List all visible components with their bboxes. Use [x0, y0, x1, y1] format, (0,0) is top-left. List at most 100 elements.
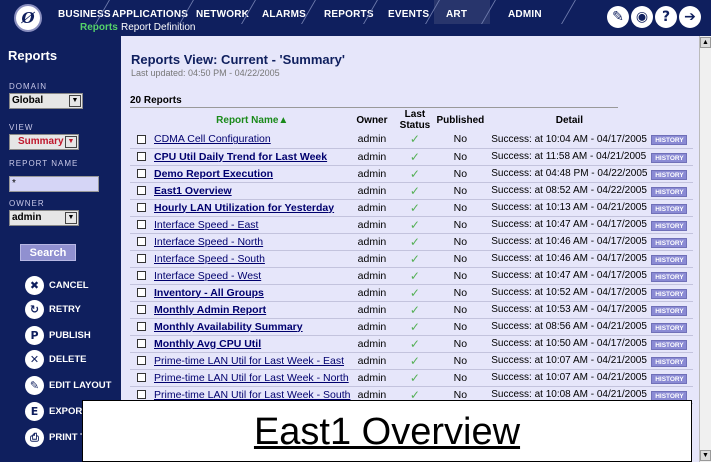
header-published[interactable]: Published [436, 109, 484, 131]
report-name-link[interactable]: Monthly Admin Report [154, 304, 266, 316]
breadcrumb-reports[interactable]: Reports [80, 22, 118, 33]
row-checkbox[interactable] [136, 203, 146, 213]
row-checkbox[interactable] [136, 305, 146, 315]
row-checkbox[interactable] [136, 186, 146, 196]
breadcrumb-report-definition[interactable]: Report Definition [121, 22, 195, 33]
row-checkbox[interactable] [136, 339, 146, 349]
header-owner[interactable]: Owner [350, 109, 393, 131]
report-name-link[interactable]: Interface Speed - East [154, 219, 258, 231]
detail-cell: Success: at 10:13 AM - 04/21/2005 [484, 199, 648, 217]
report-name-cell: CPU Util Daily Trend for Last Week [152, 148, 351, 166]
vertical-scrollbar[interactable]: ▲ ▼ [699, 36, 711, 462]
app-logo-icon[interactable]: Ø [14, 4, 42, 32]
history-button[interactable]: HISTORY [651, 322, 688, 333]
row-checkbox[interactable] [136, 220, 146, 230]
owner-cell: admin [350, 182, 394, 200]
report-name-link[interactable]: Demo Report Execution [154, 168, 273, 180]
report-name-link[interactable]: Hourly LAN Utilization for Yesterday [154, 202, 334, 214]
domain-value: Global [12, 95, 44, 106]
report-name-input[interactable]: * [9, 176, 99, 192]
report-name-link[interactable]: Prime-time LAN Util for Last Week - Sout… [154, 389, 350, 401]
owner-select[interactable]: admin ▼ [9, 210, 79, 226]
row-checkbox[interactable] [136, 288, 146, 298]
chevron-down-icon: ▼ [65, 136, 77, 148]
tab-art-label: ART [446, 9, 468, 20]
row-checkbox[interactable] [136, 237, 146, 247]
history-button[interactable]: HISTORY [651, 186, 688, 197]
history-button[interactable]: HISTORY [651, 237, 688, 248]
report-name-link[interactable]: Inventory - All Groups [154, 287, 264, 299]
domain-select[interactable]: Global ▼ [9, 93, 83, 109]
history-button[interactable]: HISTORY [651, 288, 688, 299]
history-button[interactable]: HISTORY [651, 254, 688, 265]
report-name-link[interactable]: Prime-time LAN Util for Last Week - East [154, 355, 344, 367]
report-name-label: REPORT NAME [9, 159, 79, 168]
status-check-icon: ✓ [393, 199, 437, 217]
tab-business[interactable]: BUSINESS [44, 0, 111, 24]
history-button[interactable]: HISTORY [651, 152, 688, 163]
scroll-down-arrow-icon[interactable]: ▼ [700, 450, 711, 461]
row-checkbox[interactable] [136, 152, 146, 162]
history-button[interactable]: HISTORY [651, 356, 688, 367]
table-row: Prime-time LAN Util for Last Week - Nort… [130, 369, 694, 387]
report-name-link[interactable]: Interface Speed - West [154, 270, 261, 282]
history-button[interactable]: HISTORY [651, 169, 688, 180]
table-row: Demo Report Execution admin ✓ No Success: at… [130, 165, 694, 183]
tab-alarms[interactable]: ALARMS [241, 0, 310, 24]
tab-admin[interactable]: ADMIN [481, 0, 585, 24]
history-button[interactable]: HISTORY [651, 373, 688, 384]
tab-alarms-label: ALARMS [262, 9, 306, 20]
row-checkbox[interactable] [136, 390, 146, 400]
report-name-link[interactable]: Interface Speed - South [154, 253, 265, 265]
row-checkbox[interactable] [136, 169, 146, 179]
row-checkbox-cell [130, 284, 152, 302]
report-name-link[interactable]: CDMA Cell Configuration [154, 133, 271, 145]
wrench-icon[interactable]: ✎ [607, 6, 629, 28]
page-title: Reports View: Current - 'Summary' [131, 52, 345, 67]
history-button[interactable]: HISTORY [651, 220, 688, 231]
report-name-link[interactable]: Prime-time LAN Util for Last Week - Nort… [154, 372, 349, 384]
report-name-link[interactable]: East1 Overview [154, 185, 232, 197]
table-row: Interface Speed - East admin ✓ No Success: a… [130, 216, 694, 234]
history-button[interactable]: HISTORY [651, 339, 688, 350]
help-icon[interactable]: ? [655, 6, 677, 28]
detail-cell: Success: at 10:47 AM - 04/17/2005 [484, 216, 648, 234]
export-icon: E [25, 402, 44, 421]
history-cell: HISTORY [647, 131, 694, 149]
report-name-link[interactable]: Monthly Availability Summary [154, 321, 303, 333]
status-check-icon: ✓ [393, 335, 437, 353]
history-button[interactable]: HISTORY [651, 203, 688, 214]
view-select[interactable]: Summary ▼ [9, 134, 79, 150]
search-button[interactable]: Search [20, 244, 76, 261]
header-history [647, 109, 693, 131]
history-button[interactable]: HISTORY [651, 271, 688, 282]
report-name-link[interactable]: Monthly Avg CPU Util [154, 338, 261, 350]
row-checkbox[interactable] [136, 254, 146, 264]
tab-network[interactable]: NETWORK [179, 0, 250, 24]
row-checkbox[interactable] [136, 134, 146, 144]
table-row: CPU Util Daily Trend for Last Week admin ✓… [130, 148, 694, 166]
row-checkbox-cell [130, 335, 152, 353]
row-checkbox[interactable] [136, 271, 146, 281]
detail-cell: Success: at 08:52 AM - 04/22/2005 [484, 182, 648, 200]
tab-reports[interactable]: REPORTS [301, 0, 374, 24]
tab-applications[interactable]: APPLICATIONS [95, 0, 188, 24]
logout-icon[interactable]: ➔ [679, 6, 701, 28]
globe-icon[interactable]: ◉ [631, 6, 653, 28]
owner-cell: admin [350, 165, 394, 183]
status-check-icon: ✓ [393, 233, 437, 251]
published-cell: No [436, 165, 485, 183]
history-button[interactable]: HISTORY [651, 305, 688, 316]
row-checkbox[interactable] [136, 356, 146, 366]
scroll-up-arrow-icon[interactable]: ▲ [700, 37, 711, 48]
row-checkbox[interactable] [136, 322, 146, 332]
report-name-cell: CDMA Cell Configuration [152, 131, 351, 149]
header-report-name[interactable]: Report Name▲ [152, 109, 350, 131]
report-name-link[interactable]: Interface Speed - North [154, 236, 263, 248]
history-button[interactable]: HISTORY [651, 390, 688, 401]
report-name-link[interactable]: CPU Util Daily Trend for Last Week [154, 151, 327, 163]
tab-events[interactable]: EVENTS [363, 0, 434, 24]
row-checkbox[interactable] [136, 373, 146, 383]
header-last-status[interactable]: Last Status [393, 109, 436, 131]
history-button[interactable]: HISTORY [651, 135, 688, 146]
